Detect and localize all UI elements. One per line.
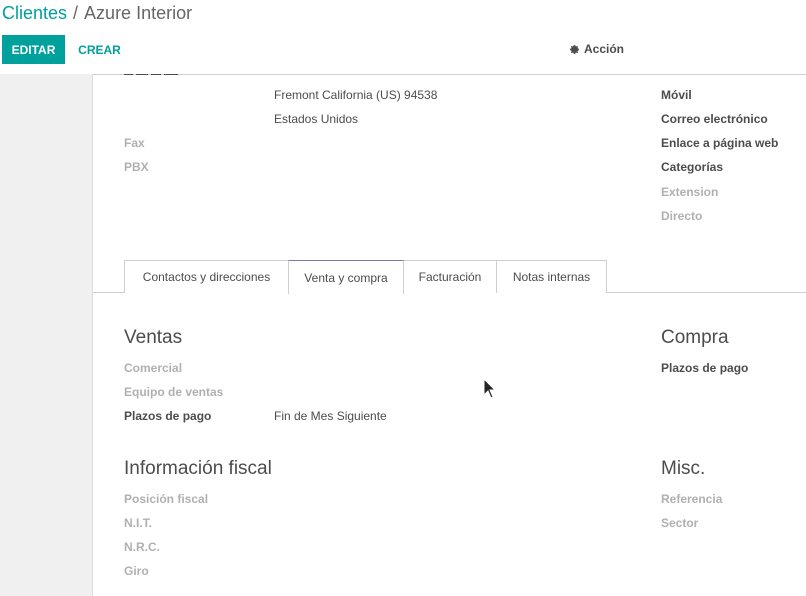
compra-heading: Compra [661, 327, 729, 348]
left-gutter [0, 74, 93, 596]
equipo-ventas-label: Equipo de ventas [124, 385, 224, 399]
plazos-pago-label: Plazos de pago [124, 409, 212, 423]
action-menu-button[interactable]: Acción [569, 42, 624, 56]
movil-label: Móvil [661, 88, 692, 102]
action-menu-label: Acción [584, 42, 625, 56]
address-country-line: Estados Unidos [274, 112, 359, 126]
info-fiscal-heading: Información fiscal [124, 458, 272, 479]
tab-notas-internas[interactable]: Notas internas [496, 260, 607, 293]
scrolled-label-fragment [124, 68, 184, 75]
ventas-heading: Ventas [124, 327, 183, 348]
website-label: Enlace a página web [661, 136, 779, 150]
text-fragment-icon [124, 74, 178, 75]
breadcrumb-separator: / [73, 3, 79, 23]
categories-label: Categorías [661, 160, 724, 174]
control-panel-divider [93, 74, 806, 75]
pbx-label: PBX [124, 160, 149, 174]
edit-button[interactable]: EDITAR [2, 35, 65, 64]
create-button[interactable]: CREAR [71, 35, 128, 64]
extension-label: Extension [661, 185, 719, 199]
address-city-line: Fremont California (US) 94538 [274, 88, 438, 102]
directo-label: Directo [661, 209, 703, 223]
breadcrumb-clientes-link[interactable]: Clientes [2, 3, 67, 23]
gear-icon [570, 44, 579, 54]
breadcrumb-current: Azure Interior [84, 3, 193, 23]
mouse-cursor-icon [483, 378, 497, 399]
tab-contactos[interactable]: Contactos y direcciones [124, 260, 289, 293]
tab-venta-compra[interactable]: Venta y compra [288, 260, 404, 294]
tab-facturacion[interactable]: Facturación [403, 260, 497, 293]
fax-label: Fax [124, 136, 145, 150]
referencia-label: Referencia [661, 492, 723, 506]
sector-label: Sector [661, 516, 699, 530]
nit-label: N.I.T. [124, 516, 153, 530]
giro-label: Giro [124, 564, 149, 578]
posicion-fiscal-label: Posición fiscal [124, 492, 209, 506]
comercial-label: Comercial [124, 361, 183, 375]
compra-plazos-pago-label: Plazos de pago [661, 361, 749, 375]
plazos-pago-value: Fin de Mes Siguiente [274, 409, 387, 423]
misc-heading: Misc. [661, 458, 706, 479]
email-label: Correo electrónico [661, 112, 768, 126]
breadcrumb: Clientes / Azure Interior [2, 2, 192, 24]
nrc-label: N.R.C. [124, 540, 160, 554]
